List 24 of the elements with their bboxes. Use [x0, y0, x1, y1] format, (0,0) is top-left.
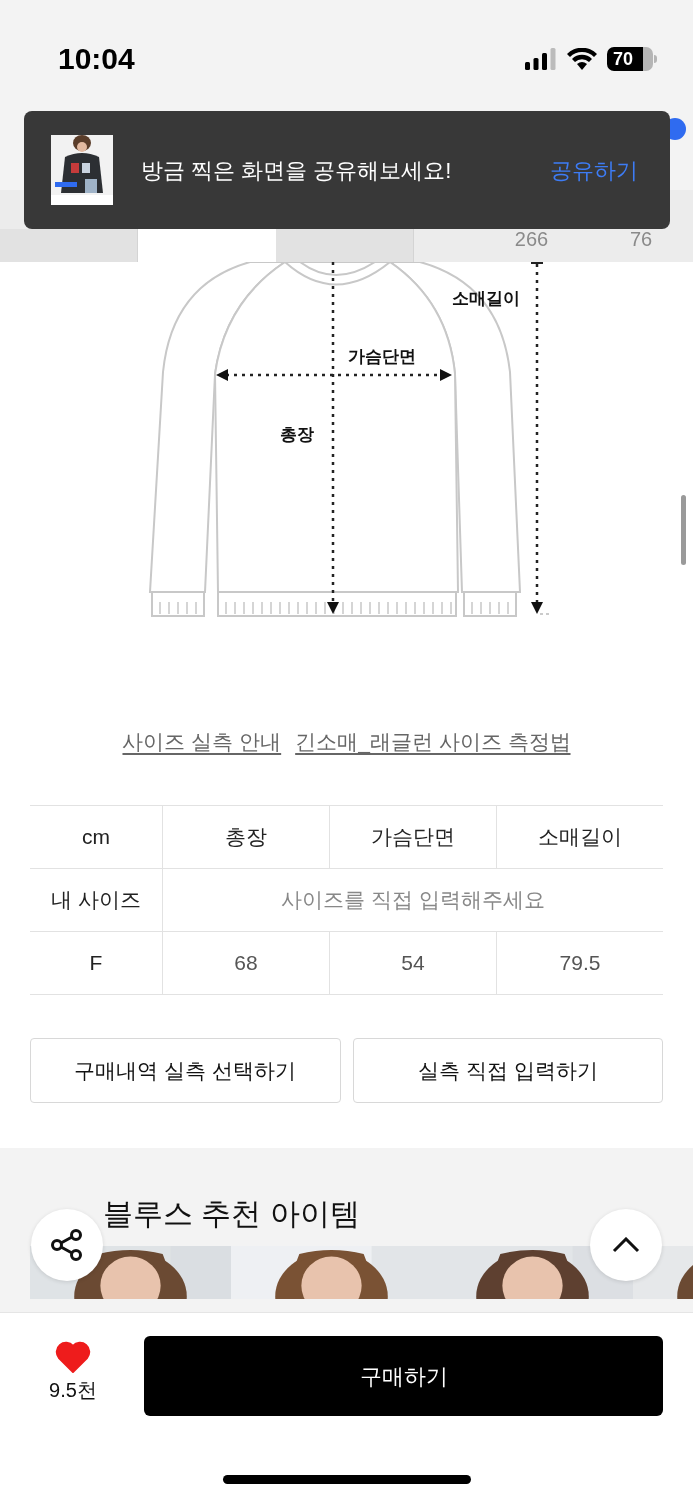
- status-time: 10:04: [58, 41, 135, 77]
- row-header: F: [30, 932, 163, 995]
- guide-link[interactable]: 사이즈 실측 안내: [122, 726, 282, 758]
- measure-label: 가슴단면: [348, 347, 416, 366]
- table-cell: 68: [163, 932, 330, 995]
- toast-message: 방금 찍은 화면을 공유해보세요!: [141, 156, 453, 185]
- tab-count: 76: [629, 227, 653, 252]
- guide-link[interactable]: 긴소매_래글런 사이즈 측정법: [295, 726, 571, 758]
- size-button[interactable]: 구매내역 실측 선택하기: [30, 1038, 341, 1103]
- scrollbar: [681, 495, 686, 565]
- table-cell: cm: [30, 806, 163, 869]
- table-cell: 54: [330, 932, 497, 995]
- buy-button[interactable]: 구매하기: [144, 1336, 663, 1416]
- share-icon: [50, 1228, 84, 1262]
- wifi-icon: [567, 47, 597, 70]
- like-button[interactable]: 9.5천: [40, 1336, 106, 1405]
- size-button[interactable]: 실측 직접 입력하기: [352, 1038, 663, 1103]
- measure-label: 소매길이: [452, 289, 520, 308]
- table-cell: 79.5: [497, 932, 663, 995]
- toast-thumbnail[interactable]: [51, 135, 113, 205]
- section-title: 블루스 추천 아이템: [103, 1196, 360, 1232]
- signal-icon: [525, 47, 557, 70]
- tab-count: 266: [514, 227, 549, 252]
- measure-label: 총장: [280, 425, 314, 444]
